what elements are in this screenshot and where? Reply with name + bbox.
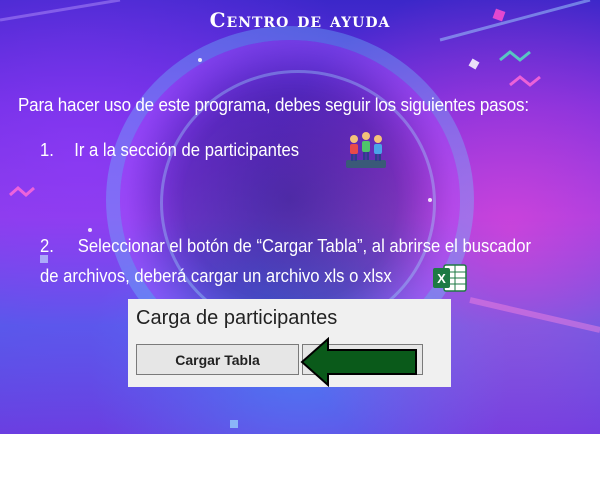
participants-icon xyxy=(346,132,386,168)
deco-zigzag xyxy=(499,50,531,62)
step-number: 2. xyxy=(40,235,54,256)
step-text: Ir a la sección de participantes xyxy=(74,139,300,160)
intro-text: Para hacer uso de este programa, debes s… xyxy=(18,94,529,115)
deco-square xyxy=(230,420,238,428)
deco-zigzag xyxy=(9,186,35,197)
deco-dot xyxy=(428,198,432,202)
load-table-button[interactable]: Cargar Tabla xyxy=(136,344,299,375)
panel-title: Carga de participantes xyxy=(136,307,338,329)
step-2: 2. Seleccionar el botón de “Cargar Tabla”… xyxy=(40,231,600,291)
svg-text:X: X xyxy=(437,271,446,286)
arrow-left-icon xyxy=(300,337,417,387)
step-text: Seleccionar el botón de “Cargar Tabla”, … xyxy=(77,235,531,256)
help-page: Centro de ayuda Para hacer uso de este p… xyxy=(0,0,600,500)
step-number: 1. xyxy=(40,139,54,160)
step-1: 1. Ir a la sección de participantes xyxy=(40,139,299,161)
step-text-continued: de archivos, deberá cargar un archivo xl… xyxy=(40,265,392,286)
page-title: Centro de ayuda xyxy=(209,8,391,32)
deco-dot xyxy=(198,58,202,62)
excel-icon: X xyxy=(433,264,467,292)
deco-square xyxy=(468,58,480,70)
deco-zigzag xyxy=(509,75,541,87)
deco-streak xyxy=(469,297,600,333)
step-line: 2. Seleccionar el botón de “Cargar Tabla”… xyxy=(40,231,544,261)
